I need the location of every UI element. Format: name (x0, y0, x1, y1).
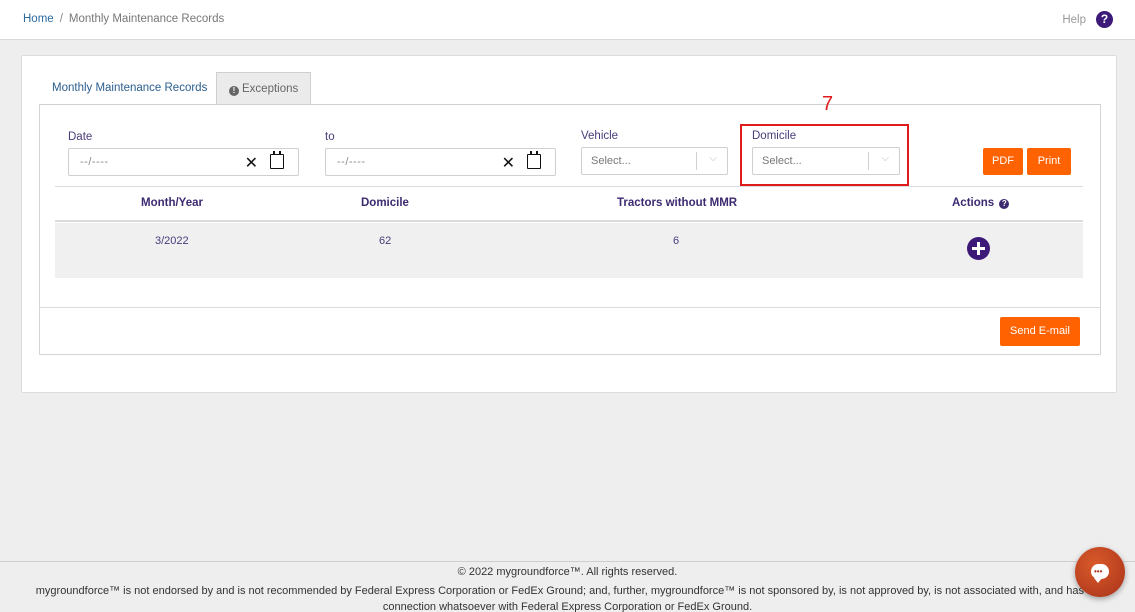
top-bar: Home / Monthly Maintenance Records Help ? (0, 0, 1135, 40)
vehicle-label: Vehicle (581, 130, 619, 142)
disclaimer-text: mygroundforce™ is not endorsed by and is… (35, 585, 1100, 612)
tab-label: Exceptions (242, 83, 299, 95)
annotation-number: 7 (822, 93, 834, 115)
date-label: Date (68, 131, 93, 143)
select-divider (696, 152, 697, 170)
exclamation-icon: ! (229, 86, 239, 96)
cell-tractors-without-mmr: 6 (673, 235, 680, 247)
tab-monthly-maintenance-records[interactable]: Monthly Maintenance Records (40, 72, 219, 104)
column-header-month-year: Month/Year (141, 197, 203, 209)
to-label: to (325, 131, 335, 143)
cell-domicile: 62 (379, 235, 392, 247)
calendar-icon[interactable] (527, 151, 541, 169)
tab-label: Monthly Maintenance Records (52, 82, 208, 94)
date-to-input[interactable]: --/---- ✕ (325, 148, 556, 176)
vehicle-select[interactable]: Select... ⌵ (581, 147, 728, 175)
send-email-button[interactable]: Send E-mail (1000, 317, 1080, 346)
breadcrumb-home-link[interactable]: Home (23, 13, 54, 25)
tab-exceptions[interactable]: ! Exceptions (216, 72, 311, 104)
actions-header-label: Actions (952, 197, 995, 209)
column-header-tractors-without-mmr: Tractors without MMR (617, 197, 738, 209)
date-from-value: --/---- (80, 156, 109, 168)
clear-icon[interactable]: ✕ (502, 153, 515, 173)
question-circle-icon[interactable]: ? (999, 199, 1010, 209)
page-footer: © 2022 mygroundforce™. All rights reserv… (0, 561, 1135, 612)
vehicle-placeholder: Select... (591, 155, 631, 167)
cell-month-year: 3/2022 (155, 235, 189, 247)
table-header: Month/Year Domicile Tractors without MMR… (55, 186, 1083, 222)
date-to-value: --/---- (337, 156, 366, 168)
calendar-icon[interactable] (270, 151, 284, 169)
panel-divider (39, 307, 1100, 308)
help-area: Help ? (1062, 11, 1113, 28)
help-label[interactable]: Help (1062, 14, 1086, 26)
chat-dots-icon: ••• (1094, 567, 1103, 576)
add-circle-icon[interactable] (967, 237, 990, 260)
copyright-text: © 2022 mygroundforce™. All rights reserv… (457, 566, 678, 578)
help-icon[interactable]: ? (1096, 11, 1113, 28)
column-header-actions: Actions ? (952, 197, 1010, 209)
date-from-input[interactable]: --/---- ✕ (68, 148, 299, 176)
pdf-button[interactable]: PDF (983, 148, 1023, 175)
annotation-highlight-box (740, 124, 909, 186)
breadcrumb-separator: / (59, 13, 63, 25)
column-header-domicile: Domicile (361, 197, 409, 209)
table-row: 3/2022 62 6 (55, 223, 1083, 278)
chat-launcher-button[interactable]: ••• (1075, 547, 1125, 597)
clear-icon[interactable]: ✕ (245, 153, 258, 173)
breadcrumb: Home / Monthly Maintenance Records (23, 13, 224, 25)
chevron-down-icon[interactable]: ⌵ (709, 153, 717, 164)
print-button[interactable]: Print (1027, 148, 1071, 175)
breadcrumb-current: Monthly Maintenance Records (68, 13, 225, 25)
